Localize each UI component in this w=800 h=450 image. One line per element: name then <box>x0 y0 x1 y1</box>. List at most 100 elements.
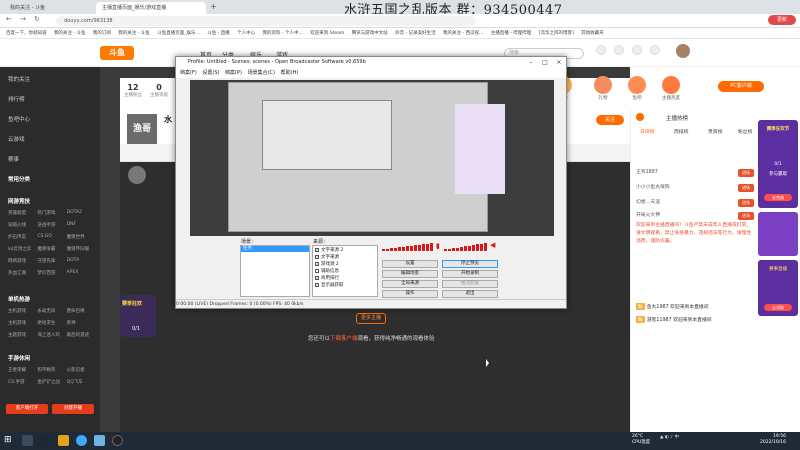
source-item[interactable]: ✓ 文字来源 2 <box>315 247 343 253</box>
settings-button[interactable]: 设置 <box>382 260 438 268</box>
more-anchors-button[interactable]: 更多主播 <box>356 313 386 324</box>
bookmark[interactable]: 斗鱼直播页面_娱乐... <box>157 28 200 38</box>
scenes-list[interactable] <box>240 245 310 297</box>
sidebar-item-events[interactable]: 赛事 <box>8 155 19 163</box>
menu-item[interactable]: 场景集合(C) <box>248 68 275 78</box>
browser-tab-1[interactable]: 我的关注 - 斗鱼 <box>4 2 92 14</box>
game-link[interactable]: CS:GO <box>37 234 66 240</box>
bookmark[interactable]: 欢迎来到 Steam <box>310 28 344 38</box>
tab-vip[interactable]: 贵宾榜 <box>708 128 722 135</box>
game-link[interactable]: 网络游戏 <box>8 258 37 264</box>
game-link[interactable]: 热血江湖 <box>8 270 37 276</box>
game-link[interactable]: 魔兽世界 <box>67 234 96 240</box>
start-stream-button[interactable]: 创建开播 <box>52 404 94 414</box>
enter-badge[interactable]: 进场 <box>738 212 754 220</box>
maximize-icon[interactable]: □ <box>538 57 552 68</box>
game-link[interactable]: 和平精英 <box>37 367 66 373</box>
exit-button[interactable]: 退出 <box>442 290 498 298</box>
explorer-icon[interactable] <box>58 435 69 446</box>
scene-item-selected[interactable]: 任务 <box>241 246 309 252</box>
game-link[interactable]: 热门游戏 <box>37 210 66 216</box>
game-link[interactable]: 使命召唤 <box>67 308 96 314</box>
search-icon[interactable] <box>22 435 33 446</box>
game-link[interactable]: lol云顶之弈 <box>8 246 37 252</box>
streamer-avatar[interactable]: 渔哥 <box>125 112 159 146</box>
client-open-button[interactable]: 客户端打开 <box>6 404 48 414</box>
site-logo[interactable]: 斗鱼 <box>100 46 134 60</box>
tab-fans[interactable]: 粉丝榜 <box>738 128 752 135</box>
game-link[interactable]: 守望先锋 <box>37 258 66 264</box>
game-link[interactable]: 原神 <box>67 320 96 326</box>
game-link[interactable]: APEX <box>67 270 96 276</box>
enter-badge[interactable]: 进场 <box>738 184 754 192</box>
tab-daily[interactable]: 日排榜 <box>640 128 654 135</box>
plugins-button[interactable]: 操作 <box>382 290 438 298</box>
bookmark[interactable]: 我的资料 - 个人中... <box>263 28 303 38</box>
game-link[interactable]: 英雄联盟 <box>8 210 37 216</box>
download-icon[interactable] <box>650 45 660 55</box>
bookmark[interactable]: 我的关注 - 斗鱼 <box>54 28 85 38</box>
bookmark[interactable]: 我的关注 - 西瓜视... <box>443 28 483 38</box>
follow-button[interactable]: 关注 <box>596 115 624 125</box>
bookmark[interactable]: 我的订阅 <box>93 28 111 38</box>
start-recording-button[interactable]: 开始录制 <box>442 270 498 278</box>
game-link[interactable]: 主机游戏 <box>8 320 37 326</box>
promo-card-season[interactable]: 赛季狂欢节 0/1 参与赢取 去完成 <box>758 120 798 208</box>
windows-start-icon[interactable]: ⊞ <box>4 436 12 445</box>
game-link[interactable]: 逆战手游 <box>37 222 66 228</box>
menu-item[interactable]: 设置(S) <box>202 68 219 78</box>
browser-tab-2[interactable]: 主播直播页面_娱乐/游戏直播 <box>96 2 206 14</box>
rank-row[interactable]: 幻想…天涯 进场 <box>636 198 756 210</box>
mic-icon[interactable]: ▮ <box>436 242 440 250</box>
game-link[interactable]: 主题游戏 <box>8 332 37 338</box>
game-link[interactable]: 最后的遗迹 <box>67 332 96 338</box>
source-item[interactable]: ✓ 商用排行 <box>315 275 339 281</box>
update-button[interactable]: 更新 <box>768 15 796 25</box>
steam-icon[interactable] <box>40 435 51 446</box>
follow-icon[interactable] <box>614 45 624 55</box>
menu-item[interactable]: 档案(P) <box>225 68 242 78</box>
enter-badge[interactable]: 进场 <box>738 199 754 207</box>
enter-badge[interactable]: 进场 <box>738 169 754 177</box>
promo-do-button[interactable]: 去完成 <box>764 194 792 201</box>
source-item[interactable]: ✓ 显示器获取 <box>315 282 344 288</box>
game-link[interactable]: 海上迷人鸡 <box>37 332 66 338</box>
game-link[interactable]: 炉石传说 <box>8 234 37 240</box>
back-icon[interactable]: ← <box>6 15 12 23</box>
new-tab-icon[interactable]: + <box>210 2 217 11</box>
system-tray[interactable]: ▲ ◐ ♪ 中 <box>660 434 679 440</box>
app-icon[interactable] <box>94 435 105 446</box>
clock[interactable]: 19:56 2022/10/16 <box>760 434 786 446</box>
bookmark[interactable]: 斗鱼 - 直播 <box>207 28 229 38</box>
sidebar-item-yuba[interactable]: 鱼吧中心 <box>8 115 30 123</box>
bookmark[interactable]: 个人中心 <box>237 28 255 38</box>
source-item[interactable]: ✓ 游戏源 2 <box>315 261 339 267</box>
minimize-icon[interactable]: – <box>524 57 538 68</box>
global-sources-button[interactable]: 全局来源 <box>382 280 438 288</box>
gift-icon[interactable] <box>594 76 612 94</box>
forward-icon[interactable]: → <box>20 15 26 23</box>
edit-scene-button[interactable]: 编辑场景 <box>382 270 438 278</box>
desktop-volume-meter[interactable] <box>444 243 490 251</box>
sidebar-item-rank[interactable]: 排行榜 <box>8 95 25 103</box>
sidebar-item-cloud[interactable]: 云游戏 <box>8 135 25 143</box>
source-item[interactable]: ✓ 文字来源 <box>315 254 339 260</box>
chrome-icon[interactable] <box>76 435 87 446</box>
sidebar-item-follow[interactable]: 我的关注 <box>8 75 30 83</box>
bookmark[interactable]: 我的关注 - 斗鱼 <box>118 28 149 38</box>
promo-card-events[interactable]: 赛事直播 去领取 <box>758 260 798 316</box>
message-icon[interactable] <box>632 45 642 55</box>
download-client-link[interactable]: 下载客户端 <box>330 336 358 342</box>
bookmark[interactable]: [流华之风的博客] <box>539 28 574 38</box>
game-link[interactable]: DOTA <box>67 258 96 264</box>
game-link[interactable]: 主机游戏 <box>8 308 37 314</box>
hot-icon[interactable] <box>662 76 680 94</box>
promo-card-mid[interactable] <box>758 212 798 256</box>
game-link[interactable]: DNF <box>67 222 96 228</box>
avatar[interactable] <box>676 44 690 58</box>
game-link[interactable]: 穿越火线 <box>8 222 37 228</box>
game-link[interactable]: 魔兽怀旧服 <box>67 246 96 252</box>
game-link[interactable]: 永劫无间 <box>37 308 66 314</box>
yuba-icon[interactable] <box>628 76 646 94</box>
url-input[interactable]: douyu.com/963138 <box>56 16 476 26</box>
